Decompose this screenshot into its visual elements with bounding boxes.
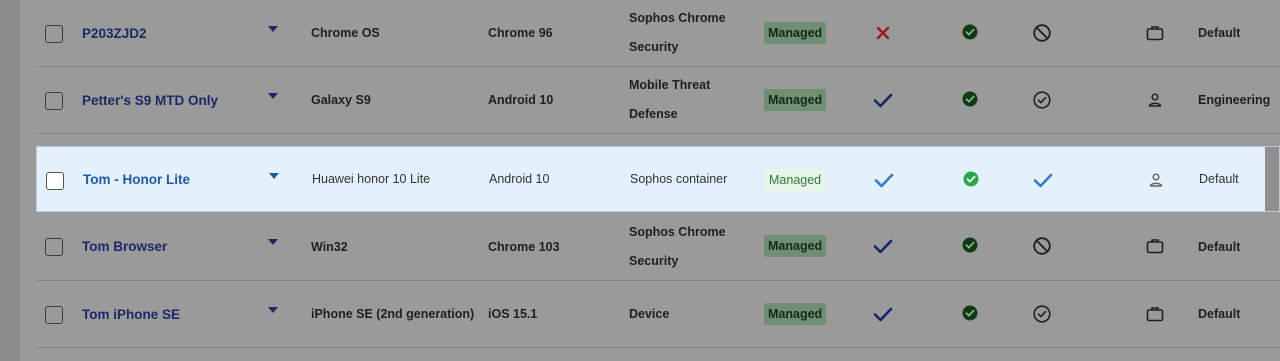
scrollbar[interactable] [1265, 147, 1279, 211]
check-circle-icon [960, 235, 980, 255]
device-group: Default [1199, 172, 1239, 186]
check-circle-icon [960, 89, 980, 109]
row-select-checkbox[interactable] [45, 25, 63, 43]
chevron-down-icon[interactable] [269, 173, 279, 179]
status-badge: Managed [765, 169, 826, 191]
device-product-line1: Sophos Chrome [629, 11, 726, 25]
row-select-checkbox[interactable] [45, 92, 63, 110]
device-product-line1: Mobile Threat [629, 78, 711, 92]
chevron-down-icon[interactable] [268, 239, 278, 245]
device-model: Win32 [311, 239, 348, 254]
device-product: Sophos Chrome Security [629, 0, 749, 66]
status-badge: Managed [764, 22, 827, 44]
table-row[interactable]: Tom - Honor Lite Huawei honor 10 Lite An… [36, 146, 1280, 212]
check-icon [873, 236, 893, 256]
device-product: Mobile Threat Defense [629, 67, 749, 133]
check-icon [873, 90, 893, 110]
check-circle-icon [960, 303, 980, 323]
device-os: iOS 15.1 [488, 307, 538, 321]
device-product: Sophos container [630, 147, 750, 211]
device-group: Default [1198, 26, 1241, 40]
check-icon [873, 304, 893, 324]
device-product-line2: Security [629, 40, 679, 54]
row-select-checkbox[interactable] [45, 306, 63, 324]
status-badge: Managed [764, 303, 827, 325]
device-name-link[interactable]: P203ZJD2 [82, 0, 147, 66]
blocked-icon [1032, 23, 1052, 43]
device-name-link[interactable]: Tom - Honor Lite [83, 147, 190, 211]
device-product-line2: Defense [629, 107, 678, 121]
table-row[interactable]: Petter's S9 MTD Only Galaxy S9 Android 1… [36, 67, 1280, 134]
left-gutter [0, 0, 20, 361]
check-icon [874, 170, 894, 190]
person-icon [1146, 170, 1166, 190]
chevron-down-icon[interactable] [268, 307, 278, 313]
device-model: Galaxy S9 [311, 93, 371, 107]
chevron-down-icon[interactable] [268, 26, 278, 32]
status-badge: Managed [764, 89, 827, 111]
table-row[interactable]: Tom Browser Win32 Chrome 103 Sophos Chro… [36, 213, 1280, 281]
check-circle-icon [961, 169, 981, 189]
person-icon [1145, 90, 1165, 110]
device-group: Default [1198, 307, 1241, 321]
device-os: Android 10 [489, 172, 550, 186]
device-product: Device [629, 281, 749, 347]
briefcase-icon [1145, 304, 1165, 324]
check-circle-outline-icon [1032, 90, 1052, 110]
device-name-link[interactable]: Tom iPhone SE [82, 281, 180, 347]
device-name-link[interactable]: Tom Browser [82, 213, 167, 280]
device-os: Chrome 103 [488, 239, 560, 254]
check-circle-icon [960, 22, 980, 42]
briefcase-icon [1145, 236, 1165, 256]
device-product-line1: Device [629, 307, 670, 321]
device-os: Android 10 [488, 93, 554, 107]
device-name-link[interactable]: Petter's S9 MTD Only [82, 67, 218, 133]
device-product-line1: Sophos container [630, 172, 728, 186]
device-model: Huawei honor 10 Lite [312, 172, 431, 186]
briefcase-icon [1145, 23, 1165, 43]
x-icon [873, 23, 893, 43]
device-product-line2: Security [629, 253, 679, 268]
blocked-icon [1032, 236, 1052, 256]
chevron-down-icon[interactable] [268, 93, 278, 99]
device-os: Chrome 96 [488, 26, 553, 40]
device-group: Default [1198, 239, 1241, 254]
device-group: Engineering [1198, 93, 1271, 107]
row-select-checkbox[interactable] [45, 238, 63, 256]
device-product-line1: Sophos Chrome [629, 224, 726, 239]
table-row[interactable]: P203ZJD2 Chrome OS Chrome 96 Sophos Chro… [36, 0, 1280, 67]
row-select-checkbox[interactable] [46, 172, 64, 190]
check-icon [1033, 170, 1053, 190]
status-badge: Managed [764, 235, 827, 257]
device-model: iPhone SE (2nd generation) [311, 307, 475, 321]
device-model: Chrome OS [311, 26, 380, 40]
check-circle-outline-icon [1032, 304, 1052, 324]
device-product: Sophos Chrome Security [629, 213, 749, 280]
devices-table: P203ZJD2 Chrome OS Chrome 96 Sophos Chro… [36, 8, 1280, 361]
table-row[interactable]: Tom iPhone SE iPhone SE (2nd generation)… [36, 281, 1280, 348]
